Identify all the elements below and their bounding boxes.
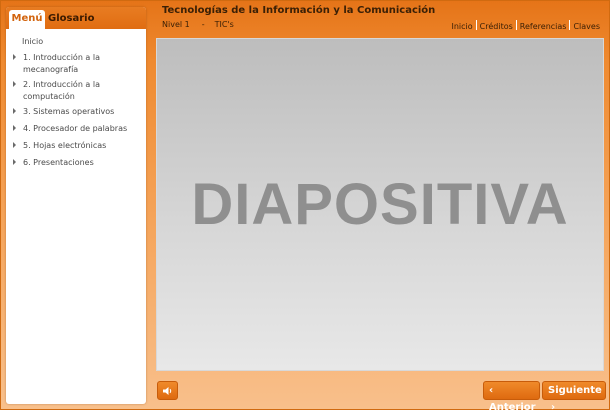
previous-label: Anterior [489, 402, 536, 413]
slide-placeholder-text: DIAPOSITIVA [191, 172, 569, 237]
next-label: Siguiente [548, 385, 602, 396]
link-divider [569, 20, 571, 30]
menu-item-sistemas-operativos[interactable]: 3. Sistemas operativos [6, 106, 146, 118]
menu-item-label: 6. Presentaciones [23, 158, 94, 167]
menu-item-label: 5. Hojas electrónicas [23, 141, 107, 150]
menu-item-label: Inicio [22, 37, 44, 46]
link-creditos[interactable]: Créditos [480, 22, 513, 31]
link-claves[interactable]: Claves [573, 22, 600, 31]
speaker-icon [163, 387, 172, 395]
course-title: Tecnologías de la Información y la Comun… [162, 5, 436, 16]
menu-item-hojas-electronicas[interactable]: 5. Hojas electrónicas [6, 140, 146, 152]
menu-item-inicio[interactable]: Inicio [6, 36, 146, 48]
menu-item-procesador-palabras[interactable]: 4. Procesador de palabras [6, 123, 146, 135]
course-subtitle: Nivel 1 - TIC's [162, 20, 234, 29]
menu-item-label: 2. Introducción a la computación [23, 80, 100, 101]
previous-button[interactable]: ‹ Anterior [483, 381, 540, 413]
menu-item-label: 1. Introducción a la mecanografía [23, 53, 100, 74]
chevron-right-icon: › [551, 402, 556, 413]
slide-area: DIAPOSITIVA [156, 38, 604, 371]
app-frame: Menú Glosario Inicio 1. Introducción a l… [0, 0, 610, 413]
caret-right-icon [13, 81, 16, 87]
top-links: Inicio Créditos Referencias Claves [452, 20, 600, 31]
course-code: TIC's [214, 20, 234, 29]
menu-item-label: 4. Procesador de palabras [23, 124, 128, 133]
sound-button[interactable] [157, 381, 178, 400]
tab-glosario[interactable]: Glosario [46, 10, 94, 29]
link-divider [475, 20, 477, 30]
caret-right-icon [13, 54, 16, 60]
link-referencias[interactable]: Referencias [520, 22, 567, 31]
tab-menu[interactable]: Menú [9, 10, 45, 29]
sidebar: Menú Glosario Inicio 1. Introducción a l… [6, 7, 146, 404]
caret-right-icon [13, 108, 16, 114]
link-divider [515, 20, 517, 30]
caret-right-icon [13, 159, 16, 165]
caret-right-icon [13, 125, 16, 131]
menu-item-computacion[interactable]: 2. Introducción a la computación [6, 79, 146, 103]
caret-right-icon [13, 142, 16, 148]
menu-item-label: 3. Sistemas operativos [23, 107, 115, 116]
next-button[interactable]: Siguiente › [542, 381, 606, 413]
link-inicio[interactable]: Inicio [452, 22, 473, 31]
menu-item-presentaciones[interactable]: 6. Presentaciones [6, 157, 146, 169]
subtitle-separator: - [201, 20, 205, 29]
menu-list: Inicio 1. Introducción a la mecanografía… [6, 31, 146, 169]
level-label: Nivel 1 [162, 20, 190, 29]
chevron-left-icon: ‹ [489, 385, 494, 396]
sidebar-tabs: Menú Glosario [6, 7, 146, 29]
menu-item-mecanografia[interactable]: 1. Introducción a la mecanografía [6, 52, 146, 76]
